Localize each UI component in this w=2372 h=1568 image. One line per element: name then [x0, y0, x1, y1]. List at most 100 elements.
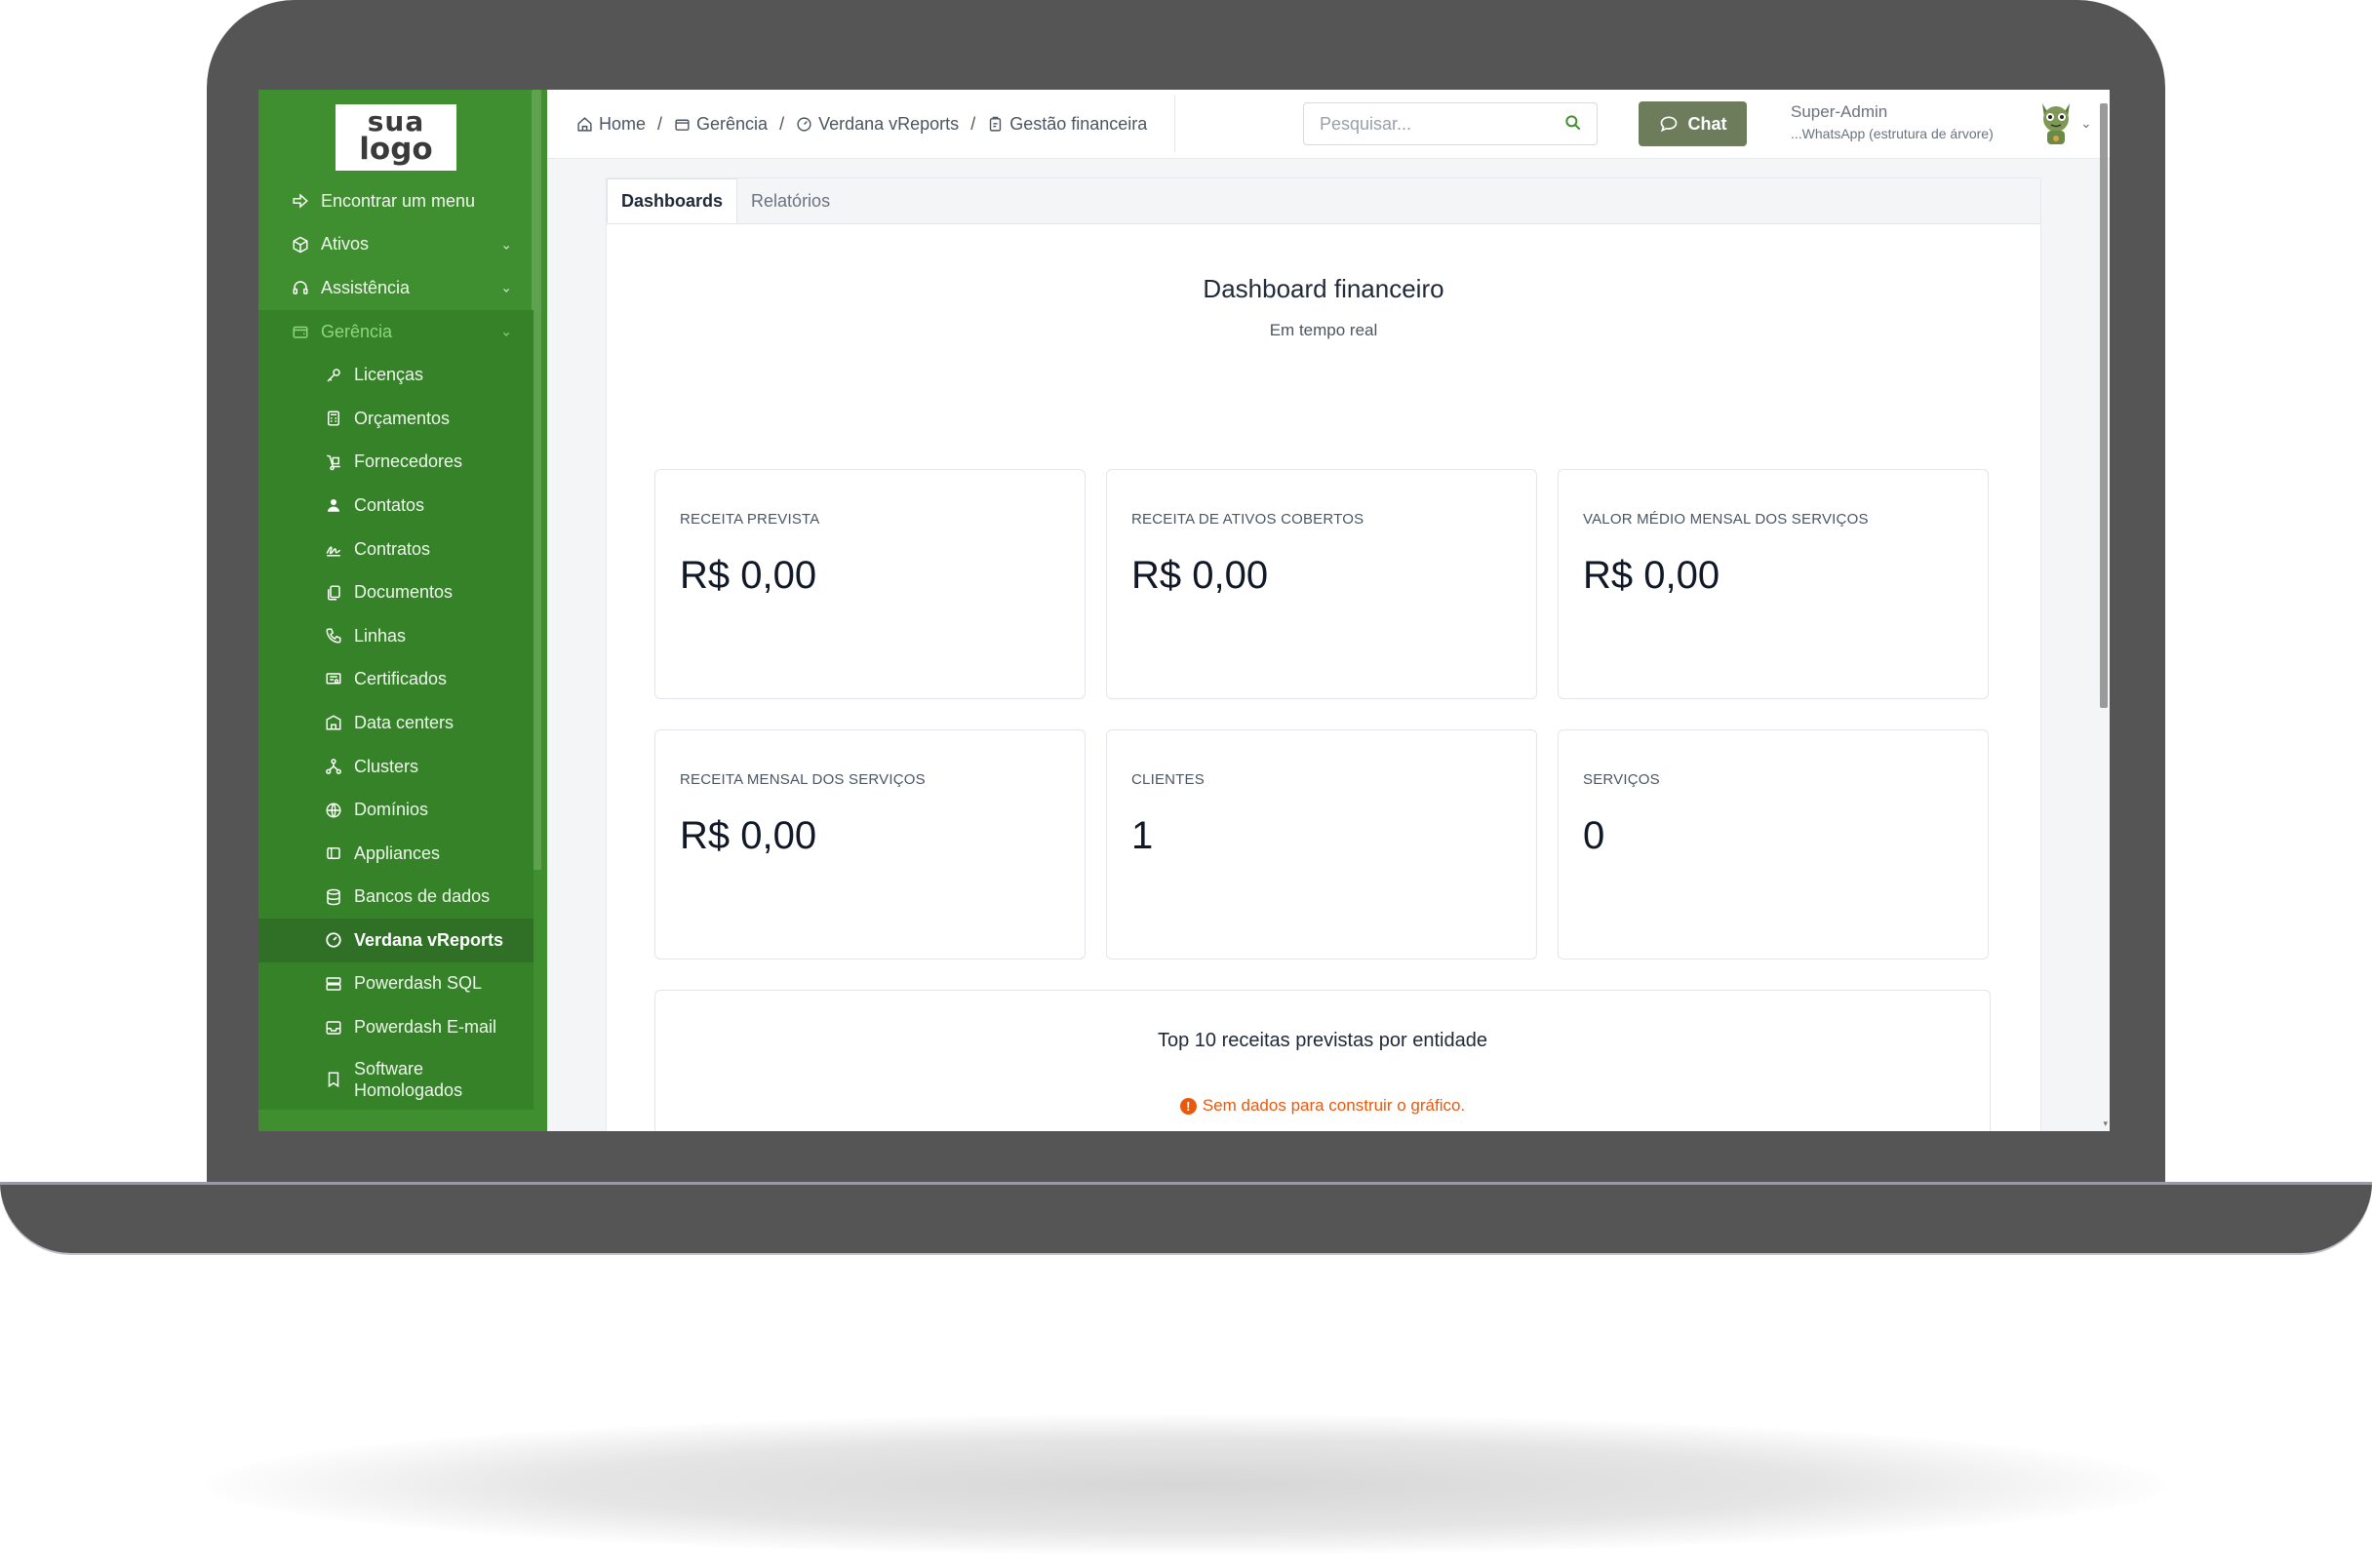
calculator-icon — [323, 408, 344, 429]
sidebar-subitem-label: Contatos — [354, 494, 425, 515]
sidebar-item-label: Encontrar um menu — [321, 190, 476, 211]
sidebar-subitem-label: Verdana vReports — [354, 929, 504, 950]
network-icon — [323, 756, 344, 777]
sidebar-subitem-label: Linhas — [354, 625, 407, 646]
kpi-card: RECEITA PREVISTA R$ 0,00 — [654, 469, 1086, 699]
sidebar-item-label: Assistência — [321, 277, 411, 297]
kpi-label: RECEITA PREVISTA — [680, 511, 820, 528]
sidebar-subitem-data-centers[interactable]: Data centers — [258, 701, 534, 745]
key-icon — [323, 365, 344, 386]
kpi-label: CLIENTES — [1131, 771, 1205, 788]
sidebar-subitem-label: Domínios — [354, 800, 429, 820]
kpi-card: RECEITA DE ATIVOS COBERTOS R$ 0,00 — [1106, 469, 1537, 699]
breadcrumb-separator: / — [779, 113, 785, 134]
chart-title: Top 10 receitas previstas por entidade — [1158, 1030, 1487, 1051]
gauge-icon — [323, 929, 344, 951]
scroll-down-arrow-icon[interactable]: ▾ — [2103, 1118, 2108, 1129]
bookmark-icon — [323, 1069, 344, 1090]
sidebar-item-label: Ativos — [321, 234, 370, 255]
sidebar-subitem-verdana-vreports[interactable]: Verdana vReports — [258, 919, 534, 962]
kpi-card: RECEITA MENSAL DOS SERVIÇOS R$ 0,00 — [654, 729, 1086, 960]
sidebar-item-ativos[interactable]: Ativos ⌄ — [258, 223, 534, 267]
sidebar-subitem-label: Powerdash SQL — [354, 973, 483, 994]
tab-bar: Dashboards Relatórios — [607, 178, 2040, 224]
chevron-down-icon: ⌄ — [500, 323, 512, 339]
logo[interactable]: sua logo — [336, 104, 456, 171]
files-icon — [323, 582, 344, 604]
logo-line2: logo — [359, 132, 433, 167]
sidebar-subitem-label: Software Homologados — [354, 1058, 463, 1100]
dashboard-title: Dashboard financeiro — [1203, 274, 1444, 303]
user-menu[interactable]: Super-Admin ...WhatsApp (estrutura de ár… — [1791, 101, 1994, 144]
kpi-value: R$ 0,00 — [680, 814, 817, 857]
chart-empty-warning: ! Sem dados para construir o gráfico. — [655, 1096, 1990, 1116]
sidebar-subitem-licencas[interactable]: Licenças — [258, 353, 534, 397]
sidebar-subitem-label: Bancos de dados — [354, 886, 491, 907]
page-scrollbar[interactable] — [2100, 103, 2108, 708]
main-content: Dashboards Relatórios Dashboard financei… — [606, 177, 2041, 1131]
sidebar-subitem-software-homologados[interactable]: Software Homologados — [258, 1048, 534, 1110]
sidebar-subitem-powerdash-sql[interactable]: Powerdash SQL — [258, 961, 534, 1006]
kpi-value: R$ 0,00 — [1583, 554, 1720, 597]
sidebar-subitem-label: Fornecedores — [354, 451, 463, 472]
sidebar-item-find-menu[interactable]: Encontrar um menu — [258, 179, 534, 223]
chat-button[interactable]: Chat — [1639, 101, 1747, 146]
search-input[interactable] — [1318, 113, 1556, 136]
search-box[interactable] — [1303, 102, 1598, 145]
server-icon — [323, 973, 344, 995]
chart-empty-warning-text: Sem dados para construir o gráfico. — [1202, 1096, 1466, 1115]
chevron-down-icon: ⌄ — [500, 236, 512, 253]
breadcrumb: Home / Gerência / Verdana vReports / Ges… — [576, 90, 1147, 158]
header-divider — [1174, 96, 1175, 152]
headset-icon — [290, 277, 311, 298]
chevron-down-icon[interactable]: ⌄ — [2080, 115, 2092, 132]
user-icon — [323, 494, 344, 516]
kpi-label: VALOR MÉDIO MENSAL DOS SERVIÇOS — [1583, 511, 1869, 528]
sidebar-subitem-contatos[interactable]: Contatos — [258, 484, 534, 528]
kpi-card: SERVIÇOS 0 — [1558, 729, 1989, 960]
sidebar-subitem-label: Contratos — [354, 538, 431, 559]
gauge-icon — [797, 116, 811, 132]
phone-icon — [323, 625, 344, 647]
certificate-icon — [323, 669, 344, 690]
app-screen: sua logo Encontrar um menu Ativos ⌄ Assi… — [258, 90, 2110, 1131]
sidebar-subitem-label: Licenças — [354, 365, 424, 385]
avatar[interactable] — [2036, 98, 2076, 148]
breadcrumb-separator: / — [657, 113, 663, 134]
tab-relatorios[interactable]: Relatórios — [737, 178, 844, 223]
sidebar-menu: Encontrar um menu Ativos ⌄ Assistência ⌄… — [258, 179, 534, 1110]
sidebar-subitem-orcamentos[interactable]: Orçamentos — [258, 396, 534, 441]
chat-bubble-icon — [1660, 116, 1677, 133]
breadcrumb-home[interactable]: Home — [576, 114, 646, 135]
sidebar-subitem-label: Orçamentos — [354, 408, 451, 428]
user-name: Super-Admin — [1791, 102, 1888, 121]
sidebar-subitem-dominios[interactable]: Domínios — [258, 788, 534, 832]
sidebar-subitem-linhas[interactable]: Linhas — [258, 613, 534, 658]
breadcrumb-gerencia[interactable]: Gerência — [674, 114, 768, 135]
sidebar-item-gerencia[interactable]: Gerência ⌄ — [258, 309, 534, 354]
sidebar-subitem-fornecedores[interactable]: Fornecedores — [258, 440, 534, 485]
breadcrumb-vreports[interactable]: Verdana vReports — [796, 114, 959, 135]
sidebar-subitem-certificados[interactable]: Certificados — [258, 657, 534, 702]
dashboard-subtitle: Em tempo real — [1269, 321, 1378, 339]
sidebar-item-assistencia[interactable]: Assistência ⌄ — [258, 266, 534, 310]
sidebar-subitem-label: Powerdash E-mail — [354, 1017, 497, 1038]
kpi-label: SERVIÇOS — [1583, 771, 1660, 788]
chevron-down-icon: ⌄ — [500, 279, 512, 295]
breadcrumb-home-label: Home — [599, 113, 647, 134]
sidebar-subitem-documentos[interactable]: Documentos — [258, 570, 534, 614]
search-icon[interactable] — [1563, 113, 1583, 137]
sidebar-subitem-label: Documentos — [354, 582, 454, 603]
kpi-value: R$ 0,00 — [680, 554, 817, 597]
dolly-icon — [323, 451, 344, 473]
sidebar-subitem-bancos-de-dados[interactable]: Bancos de dados — [258, 875, 534, 920]
chat-button-label: Chat — [1687, 113, 1727, 134]
sidebar-subitem-contratos[interactable]: Contratos — [258, 527, 534, 571]
exclamation-icon: ! — [1179, 1097, 1197, 1115]
sidebar-subitem-appliances[interactable]: Appliances — [258, 831, 534, 876]
sidebar-subitem-powerdash-email[interactable]: Powerdash E-mail — [258, 1005, 534, 1049]
signature-icon — [323, 538, 344, 560]
breadcrumb-vreports-label: Verdana vReports — [818, 113, 960, 134]
sidebar-subitem-clusters[interactable]: Clusters — [258, 744, 534, 789]
tab-dashboards[interactable]: Dashboards — [607, 178, 738, 223]
